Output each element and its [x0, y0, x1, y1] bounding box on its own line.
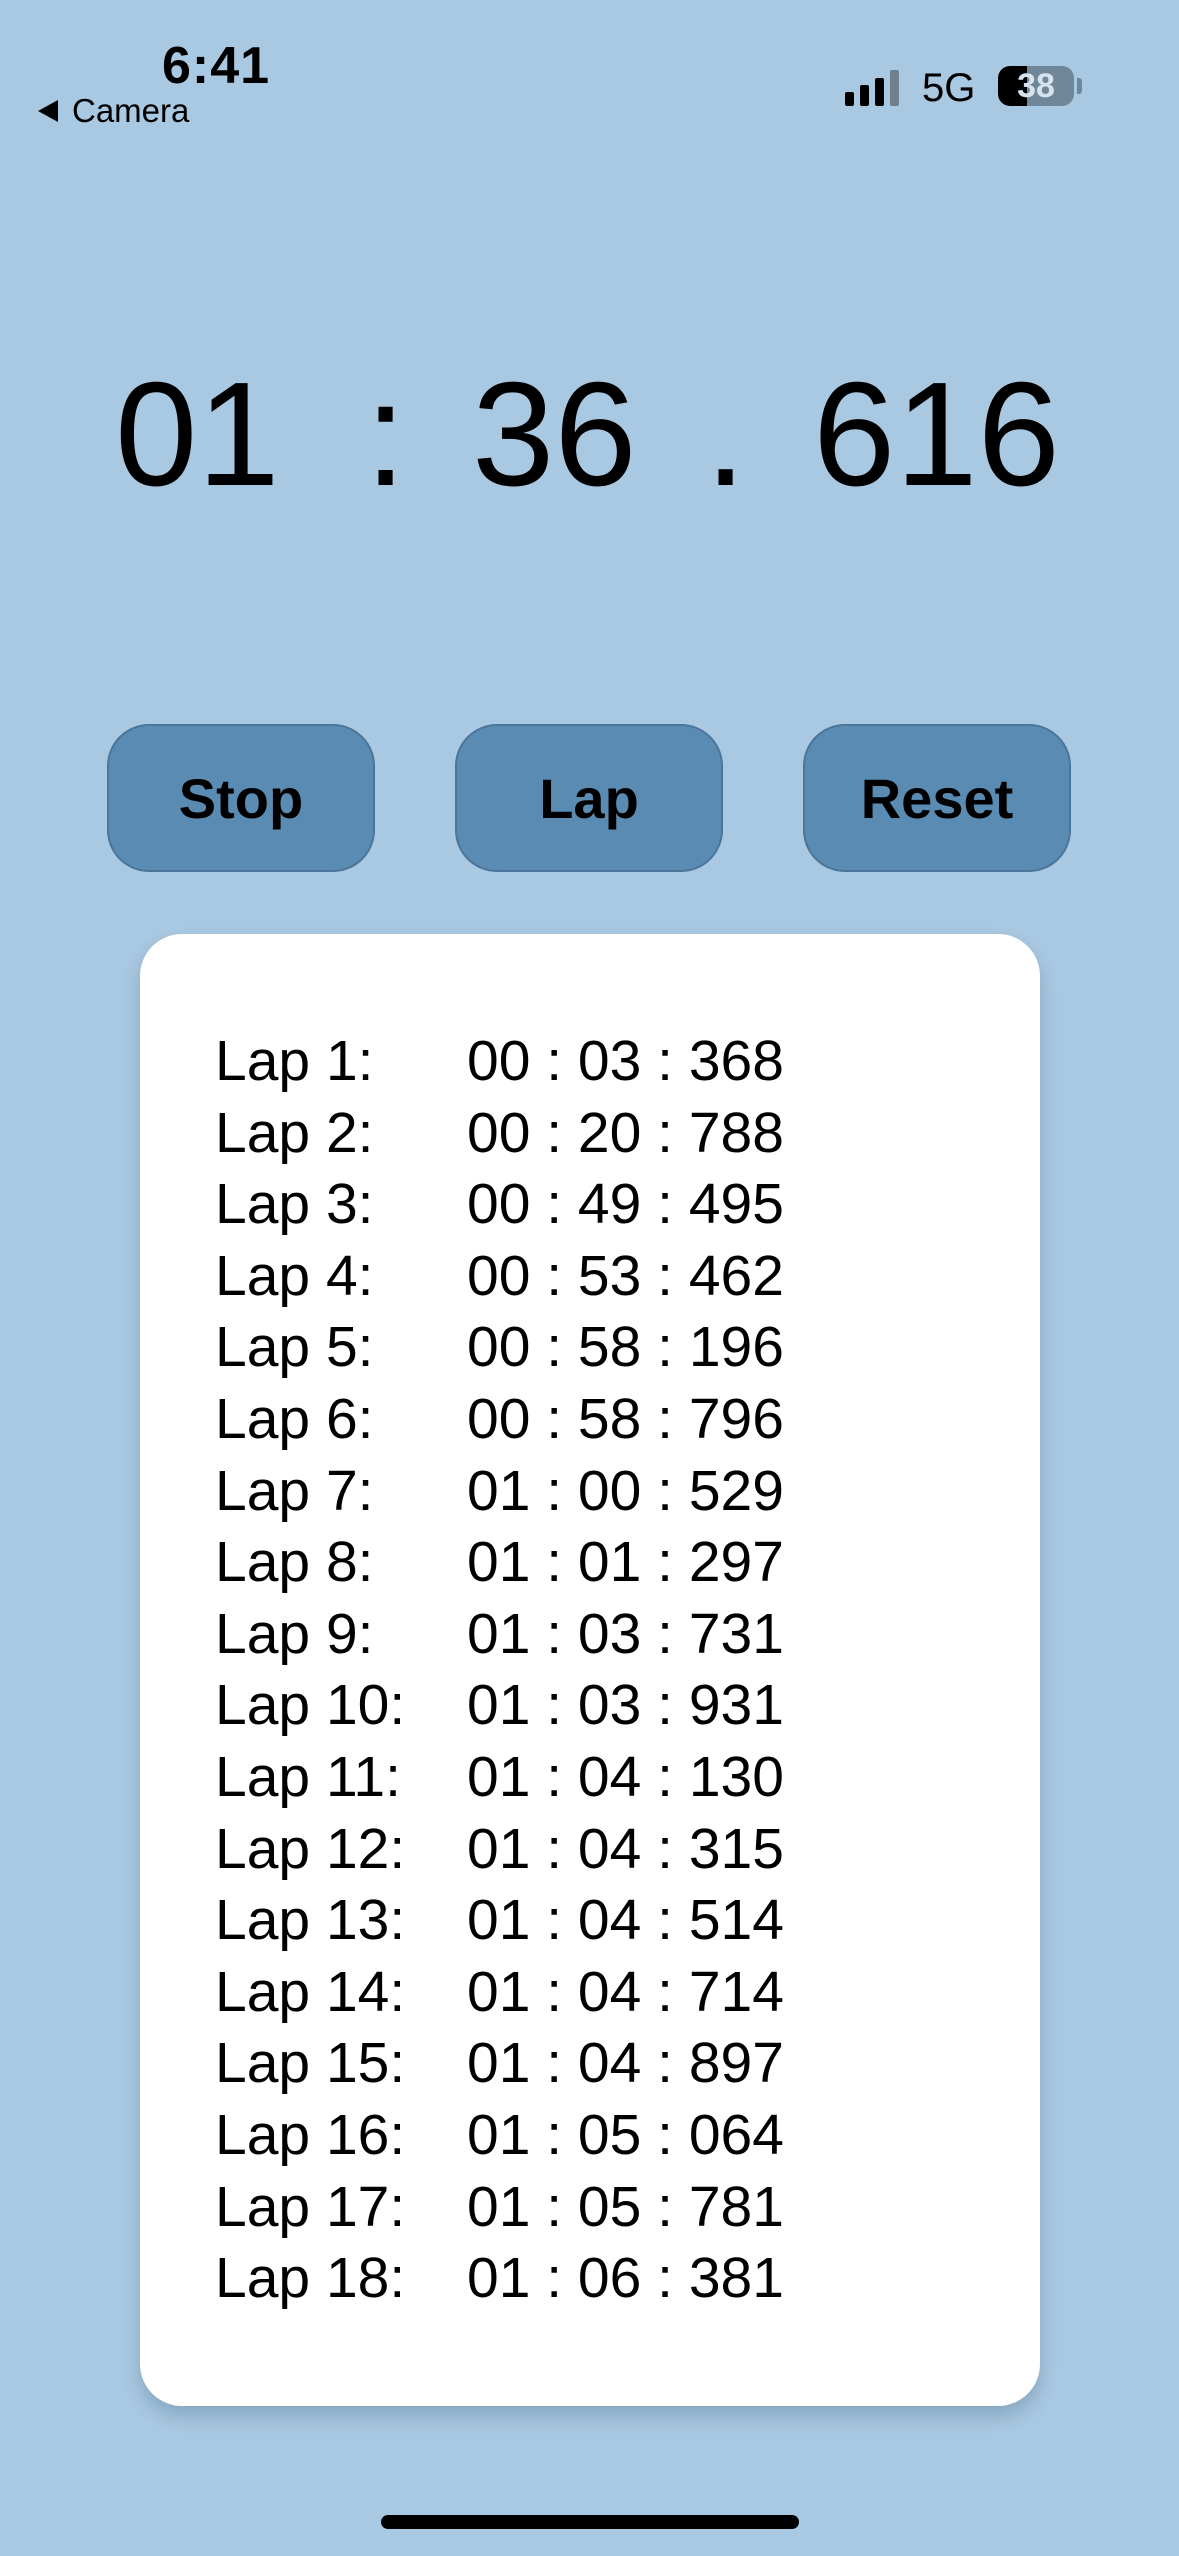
lap-time: 01 : 05 : 781 — [467, 2174, 784, 2239]
lap-row: Lap 9: 01 : 03 : 731 — [215, 1599, 915, 1671]
lap-time: 01 : 04 : 315 — [467, 1816, 784, 1881]
lap-row: Lap 8: 01 : 01 : 297 — [215, 1527, 915, 1599]
lap-label: Lap 17: — [215, 2174, 406, 2239]
lap-time: 01 : 03 : 731 — [467, 1601, 784, 1666]
lap-label: Lap 13: — [215, 1888, 406, 1953]
lap-row: Lap 11: 01 : 04 : 130 — [215, 1742, 915, 1814]
lap-row: Lap 2: 00 : 20 : 788 — [215, 1098, 915, 1170]
back-label: Camera — [72, 92, 190, 129]
signal-bar — [860, 85, 869, 106]
lap-label: Lap 10: — [215, 1673, 406, 1738]
lap-label: Lap 2: — [215, 1100, 374, 1165]
lap-list: Lap 1: 00 : 03 : 368 Lap 2: 00 : 20 : 788 La… — [215, 1026, 915, 2315]
stop-button[interactable]: Stop — [107, 724, 375, 872]
timer-seconds: 36 — [472, 352, 637, 517]
battery-tip — [1077, 78, 1082, 94]
lap-label: Lap 12: — [215, 1816, 406, 1881]
lap-label: Lap 11: — [215, 1744, 401, 1809]
lap-time: 00 : 03 : 368 — [467, 1029, 784, 1093]
lap-time: 00 : 53 : 462 — [467, 1243, 784, 1308]
battery-level: 38 — [1017, 67, 1055, 105]
lap-time: 00 : 49 : 495 — [467, 1172, 784, 1237]
lap-row: Lap 6: 00 : 58 : 796 — [215, 1384, 915, 1456]
lap-label: Lap 15: — [215, 2031, 406, 2096]
timer-milliseconds: 616 — [813, 352, 1060, 517]
lap-row: Lap 12: 01 : 04 : 315 — [215, 1814, 915, 1886]
lap-time: 01 : 04 : 514 — [467, 1888, 784, 1953]
lap-time: 00 : 58 : 196 — [467, 1315, 784, 1380]
back-arrow-icon — [38, 100, 58, 122]
lap-row: Lap 14: 01 : 04 : 714 — [215, 1957, 915, 2029]
network-type: 5G — [922, 66, 976, 110]
lap-row: Lap 5: 00 : 58 : 196 — [215, 1312, 915, 1384]
battery-icon: 38 — [998, 66, 1074, 106]
stopwatch-display: 01 : 36 . 616 — [0, 355, 1179, 515]
lap-label: Lap 7: — [215, 1458, 374, 1523]
lap-label: Lap 16: — [215, 2102, 406, 2167]
lap-time: 01 : 05 : 064 — [467, 2102, 784, 2167]
status-time: 6:41 — [162, 37, 271, 95]
lap-time: 01 : 01 : 297 — [467, 1530, 784, 1595]
lap-row: Lap 15: 01 : 04 : 897 — [215, 2028, 915, 2100]
timer-separator: : — [365, 352, 407, 517]
lap-time: 00 : 58 : 796 — [467, 1386, 784, 1451]
lap-row: Lap 3: 00 : 49 : 495 — [215, 1169, 915, 1241]
lap-time: 01 : 04 : 897 — [467, 2031, 784, 2096]
lap-row: Lap 4: 00 : 53 : 462 — [215, 1241, 915, 1313]
lap-row: Lap 10: 01 : 03 : 931 — [215, 1670, 915, 1742]
timer-minutes: 01 — [115, 352, 280, 517]
lap-row: Lap 18: 01 : 06 : 381 — [215, 2243, 915, 2315]
lap-time: 00 : 20 : 788 — [467, 1100, 784, 1165]
signal-bar — [890, 70, 899, 106]
timer-separator: . — [705, 352, 747, 517]
lap-time: 01 : 04 : 714 — [467, 1959, 784, 2024]
lap-time: 01 : 04 : 130 — [467, 1744, 784, 1809]
lap-row: Lap 17: 01 : 05 : 781 — [215, 2172, 915, 2244]
lap-row: Lap 1: 00 : 03 : 368 — [215, 1026, 915, 1098]
lap-label: Lap 4: — [215, 1243, 374, 1308]
lap-button[interactable]: Lap — [455, 724, 723, 872]
lap-label: Lap 3: — [215, 1172, 374, 1237]
lap-list-card[interactable]: Lap 1: 00 : 03 : 368 Lap 2: 00 : 20 : 788 La… — [140, 934, 1040, 2406]
signal-bar — [875, 78, 884, 106]
home-indicator[interactable] — [381, 2515, 799, 2529]
lap-label: Lap 1: — [215, 1029, 374, 1093]
lap-time: 01 : 00 : 529 — [467, 1458, 784, 1523]
lap-label: Lap 5: — [215, 1315, 374, 1380]
signal-bar — [845, 92, 854, 106]
lap-row: Lap 7: 01 : 00 : 529 — [215, 1456, 915, 1528]
cellular-signal-icon — [845, 70, 899, 106]
lap-row: Lap 13: 01 : 04 : 514 — [215, 1885, 915, 1957]
back-to-camera-link[interactable]: Camera — [38, 92, 189, 130]
lap-label: Lap 6: — [215, 1386, 374, 1451]
lap-label: Lap 8: — [215, 1530, 374, 1595]
reset-button[interactable]: Reset — [803, 724, 1071, 872]
lap-row: Lap 16: 01 : 05 : 064 — [215, 2100, 915, 2172]
lap-time: 01 : 03 : 931 — [467, 1673, 784, 1738]
lap-time: 01 : 06 : 381 — [467, 2246, 784, 2311]
lap-label: Lap 14: — [215, 1959, 406, 2024]
lap-label: Lap 9: — [215, 1601, 374, 1666]
lap-label: Lap 18: — [215, 2246, 406, 2311]
